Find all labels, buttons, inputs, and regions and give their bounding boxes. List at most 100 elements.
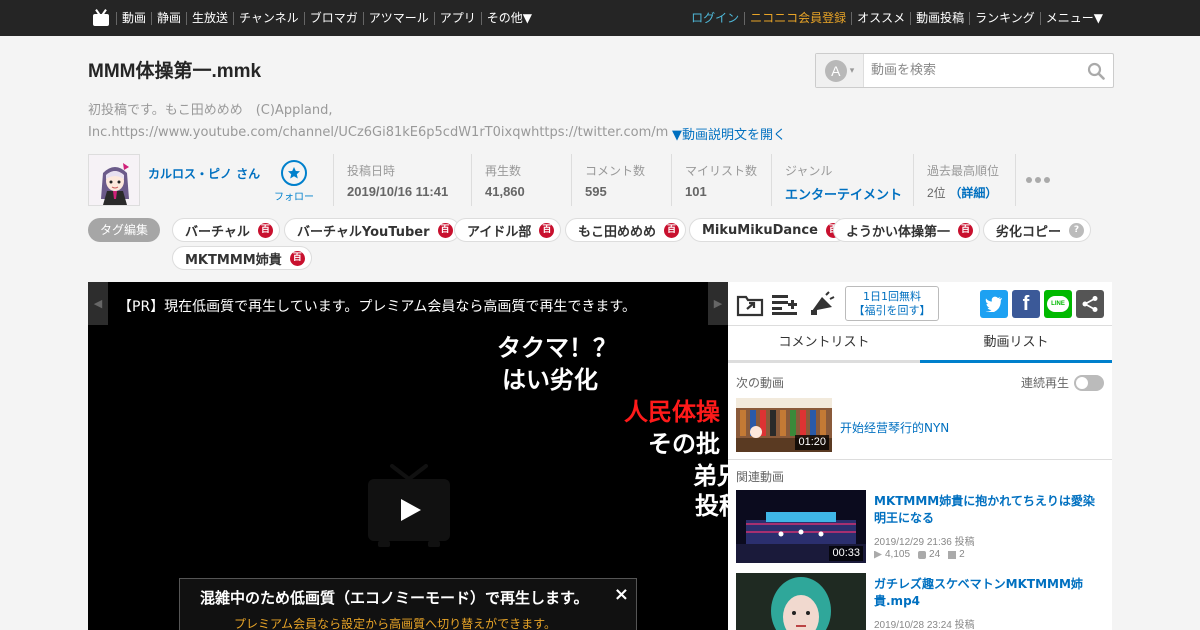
facebook-icon: f (1022, 292, 1030, 315)
mylist-count-icon (948, 550, 957, 559)
nav-register[interactable]: ニコニコ会員登録 (744, 11, 851, 25)
tag-item[interactable]: バーチャル 百 (172, 218, 280, 242)
tag-label: バーチャルYouTuber (297, 224, 430, 240)
tag-item[interactable]: MikuMikuDance 百 (689, 218, 848, 242)
tag-label: MKTMMM姉貴 (185, 252, 282, 268)
stat-value: 101 (685, 184, 707, 199)
uploader-avatar[interactable] (88, 154, 140, 206)
no-dictionary-icon[interactable]: ? (1069, 222, 1085, 238)
nav-app[interactable]: アプリ (433, 11, 481, 25)
next-video-title[interactable]: 开始经营琴行的NYN (840, 419, 949, 436)
twitter-icon (985, 296, 1002, 312)
economy-mode-notice: 混雑中のため低画質（エコノミーモード）で再生します。 プレミアム会員なら設定から… (179, 578, 637, 630)
rank-detail-link[interactable]: （詳細） (949, 186, 997, 200)
tag-item[interactable]: 劣化コピー ? (983, 218, 1092, 242)
play-count-icon (874, 550, 882, 559)
free-lottery-line2: 【福引を回す】 (853, 304, 931, 317)
economy-subtitle[interactable]: プレミアム会員なら設定から高画質へ切り替えができます。 (234, 615, 556, 630)
follow-button[interactable]: フォロー (274, 160, 314, 203)
nav-other[interactable]: その他▼ (480, 11, 537, 25)
nav-recommend[interactable]: オススメ (851, 11, 910, 25)
stat-genre: ジャンル エンターテイメント (771, 154, 902, 206)
video-title: MMM体操第一.mmk (88, 61, 262, 82)
facebook-share-button[interactable]: f (1012, 290, 1040, 318)
tag-label: もこ田めめめ (578, 224, 657, 240)
free-lottery-badge[interactable]: 1日1回無料 【福引を回す】 (845, 286, 939, 321)
dictionary-icon[interactable]: 百 (958, 222, 974, 238)
side-panel: 1日1回無料 【福引を回す】 f LINE コメントリスト 動画リスト 次の動画… (728, 282, 1112, 630)
nav-atsumaru[interactable]: アツマール (362, 11, 434, 25)
nav-menu[interactable]: メニュー▼ (1039, 11, 1108, 25)
tag-item[interactable]: MKTMMM姉貴 百 (172, 246, 312, 270)
video-player[interactable]: ◀ 【PR】現在低画質で再生しています。プレミアム会員なら高画質で再生できます。… (88, 282, 728, 630)
danmaku-comment: タクマ！？ (497, 334, 617, 362)
stat-label: 過去最高順位 (927, 164, 1000, 178)
toggle-switch[interactable] (1074, 374, 1104, 391)
tab-comment-list[interactable]: コメントリスト (728, 326, 920, 363)
danmaku-comment: その批 (648, 430, 720, 458)
search-input[interactable] (864, 54, 1079, 87)
tag-edit-button[interactable]: タグ編集 (88, 218, 160, 242)
search-kind-selector[interactable]: A ▾ (816, 54, 864, 87)
nav-blomaga[interactable]: ブロマガ (303, 11, 363, 25)
stat-mylist: マイリスト数 101 (671, 154, 757, 206)
tab-video-list[interactable]: 動画リスト (920, 326, 1112, 363)
dictionary-icon[interactable]: 百 (257, 222, 273, 238)
expand-description-link[interactable]: ▼動画説明文を開く (672, 124, 786, 143)
thumbnail-image (736, 573, 866, 630)
nav-ranking[interactable]: ランキング (969, 11, 1040, 25)
add-to-mylist-icon[interactable] (771, 291, 799, 317)
nav-channel[interactable]: チャンネル (233, 11, 304, 25)
uploader-name[interactable]: カルロス・ピノ さん (148, 165, 260, 182)
tag-item[interactable]: もこ田めめめ 百 (565, 218, 687, 242)
economy-title: 混雑中のため低画質（エコノミーモード）で再生します。 (200, 589, 589, 607)
pr-next-button[interactable]: ▶ (708, 282, 728, 325)
pr-banner[interactable]: ◀ 【PR】現在低画質で再生しています。プレミアム会員なら高画質で再生できます。… (88, 282, 728, 325)
play-icon[interactable] (366, 462, 452, 550)
dictionary-icon[interactable]: 百 (289, 250, 305, 266)
search-button[interactable] (1079, 54, 1113, 87)
more-menu-button[interactable] (1015, 154, 1053, 206)
video-duration: 00:33 (829, 546, 863, 561)
tag-label: 劣化コピー (996, 224, 1062, 240)
niconico-tv-icon[interactable] (92, 9, 110, 27)
related-video-thumbnail[interactable]: 00:33 (736, 490, 866, 563)
tag-item[interactable]: アイドル部 百 (454, 218, 562, 242)
stat-comments: コメント数 595 (571, 154, 645, 206)
related-video-posted: 2019/12/29 21:36 投稿 (874, 537, 975, 548)
rank-value: 2位 (927, 186, 946, 200)
dot-icon (1026, 177, 1032, 183)
twitter-share-button[interactable] (980, 290, 1008, 318)
dictionary-icon[interactable]: 百 (437, 222, 453, 238)
nav-login[interactable]: ログイン (686, 11, 744, 25)
line-share-button[interactable]: LINE (1044, 290, 1072, 318)
folder-icon[interactable] (736, 291, 764, 317)
next-video-thumbnail[interactable]: 01:20 (736, 398, 832, 452)
video-description: 初投稿です。もこ田めめめ (C)Appland, Inc.https://www… (88, 100, 668, 144)
dot-icon (1044, 177, 1050, 183)
share-button[interactable] (1076, 290, 1104, 318)
nav-upload[interactable]: 動画投稿 (910, 11, 969, 25)
advertise-icon[interactable] (808, 291, 836, 317)
stat-label: 投稿日時 (347, 164, 396, 178)
global-nav: 動画 静画 生放送 チャンネル ブロマガ アツマール アプリ その他▼ ログイン… (0, 0, 1200, 36)
related-video-thumbnail[interactable] (736, 573, 866, 630)
dictionary-icon[interactable]: 百 (664, 222, 680, 238)
close-icon[interactable]: × (614, 584, 629, 605)
comment-count: 24 (929, 549, 941, 560)
pr-prev-button[interactable]: ◀ (88, 282, 108, 325)
tag-item[interactable]: ようかい体操第一 百 (833, 218, 981, 242)
genre-link[interactable]: エンターテイメント (785, 184, 902, 203)
search-icon (1087, 62, 1105, 80)
nav-seiga[interactable]: 静画 (151, 11, 186, 25)
related-video-title[interactable]: ガチレズ趣スケベマトンMKTMMM姉貴.mp4 (874, 576, 1104, 610)
nav-live[interactable]: 生放送 (186, 11, 233, 25)
autoplay-toggle[interactable]: 連続再生 (1021, 374, 1104, 391)
nav-video[interactable]: 動画 (116, 11, 151, 25)
dictionary-icon[interactable]: 百 (539, 222, 555, 238)
related-video-title[interactable]: MKTMMM姉貴に抱かれてちえりは愛染明王になる (874, 493, 1104, 527)
tag-item[interactable]: バーチャルYouTuber 百 (284, 218, 460, 242)
dot-icon (1035, 177, 1041, 183)
related-video-stats: 4,105 24 2 (874, 549, 965, 560)
side-tabs: コメントリスト 動画リスト (728, 326, 1112, 363)
